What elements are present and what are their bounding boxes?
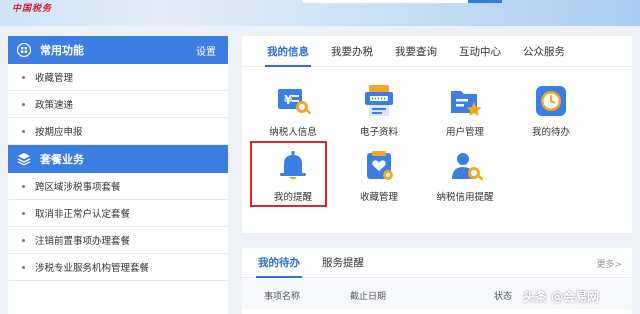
taxpayer-info-icon: ¥ [278,89,311,115]
grid-item-user-management[interactable]: 用户管理 [425,83,505,149]
tab-query[interactable]: 我要查询 [384,36,448,66]
settings-link[interactable]: 设置 [196,43,216,58]
sidebar-section-title: 套餐业务 [40,153,84,166]
bullet-dot [22,184,25,188]
tab-my-todo[interactable]: 我的待办 [247,248,311,278]
sidebar-item-label: 收藏管理 [35,73,74,84]
e-documents-icon [365,85,393,116]
sidebar-header-common: 常用功能 设置 [8,36,228,64]
sidebar-item-label: 涉税专业服务机构管理套餐 [35,263,150,274]
top-banner: 中国税务 [0,0,640,26]
column-header-deadline: 截止日期 [350,292,387,302]
brand-logo: 中国税务 [12,4,53,14]
watermark: 头条 @会易网 [523,290,600,304]
grid-item-favorites[interactable]: 收藏管理 [339,148,419,214]
sidebar-item-label: 按期应申报 [35,127,83,138]
highlight-annotation-box [250,141,327,207]
credit-reminder-icon [452,153,483,181]
grid-item-credit-reminder[interactable]: 纳税信用提醒 [425,148,505,214]
sidebar-item-label: 跨区域涉税事项套餐 [35,182,121,193]
bullet-dot [22,102,25,106]
grid-item-taxpayer-info[interactable]: ¥ 纳税人信息 [253,83,333,149]
bullet-dot [22,75,25,79]
tab-public-service[interactable]: 公众服务 [512,36,576,66]
sidebar-section-title: 常用功能 [40,44,84,57]
sidebar-item-label: 政策速递 [35,100,74,111]
grid-item-my-todo[interactable]: 我的待办 [511,83,591,149]
tab-tax-handling[interactable]: 我要办税 [320,36,384,66]
sidebar-item-policy[interactable]: 政策速递 [8,91,228,118]
sidebar-item-cancel-abnormal[interactable]: 取消非正常户认定套餐 [8,200,228,227]
tab-my-info[interactable]: 我的信息 [256,36,320,67]
grid-label: 纳税人信息 [269,127,317,138]
main-tabs: 我的信息 我要办税 我要查询 互动中心 公众服务 [242,36,632,67]
clock-icon [536,86,566,116]
grid-item-e-documents[interactable]: 电子资料 [339,83,419,149]
favorites-icon [367,151,393,180]
bullet-dot [22,211,25,215]
column-header-status: 状态 [494,292,513,302]
sidebar-item-favorites[interactable]: 收藏管理 [8,64,228,91]
more-link[interactable]: 更多> [596,257,622,270]
todo-tabs: 我的待办 服务提醒 更多> [242,248,632,278]
sidebar-item-label: 注销前置事项办理套餐 [35,236,131,247]
grid-label: 我的待办 [531,127,570,138]
sidebar-item-cross-region[interactable]: 跨区域涉税事项套餐 [8,173,228,200]
grid-label: 用户管理 [445,127,484,138]
tab-interaction[interactable]: 互动中心 [448,36,512,66]
sidebar-header-packages: 套餐业务 [8,145,228,173]
sidebar-item-professional-service[interactable]: 涉税专业服务机构管理套餐 [8,254,228,281]
top-search-button[interactable] [468,0,502,3]
grid-label: 纳税信用提醒 [436,192,494,203]
sidebar: 常用功能 设置 收藏管理 政策速递 按期应申报 套餐业务 跨区域涉税事项套餐 取… [8,36,228,314]
column-header-item: 事项名称 [264,292,301,302]
user-management-icon [451,91,482,116]
layers-icon [17,153,31,166]
svg-text:¥: ¥ [284,93,293,107]
bullet-dot [22,238,25,242]
sidebar-item-label: 取消非正常户认定套餐 [35,209,131,220]
sidebar-item-deregistration[interactable]: 注销前置事项办理套餐 [8,227,228,254]
grid-menu-icon [17,43,31,57]
grid-label: 电子资料 [359,127,398,138]
bullet-dot [22,129,25,133]
bullet-dot [22,265,25,269]
sidebar-item-periodic-filing[interactable]: 按期应申报 [8,118,228,145]
top-search-input[interactable] [302,0,468,3]
tab-service-reminder[interactable]: 服务提醒 [311,248,375,277]
grid-label: 收藏管理 [359,192,398,203]
